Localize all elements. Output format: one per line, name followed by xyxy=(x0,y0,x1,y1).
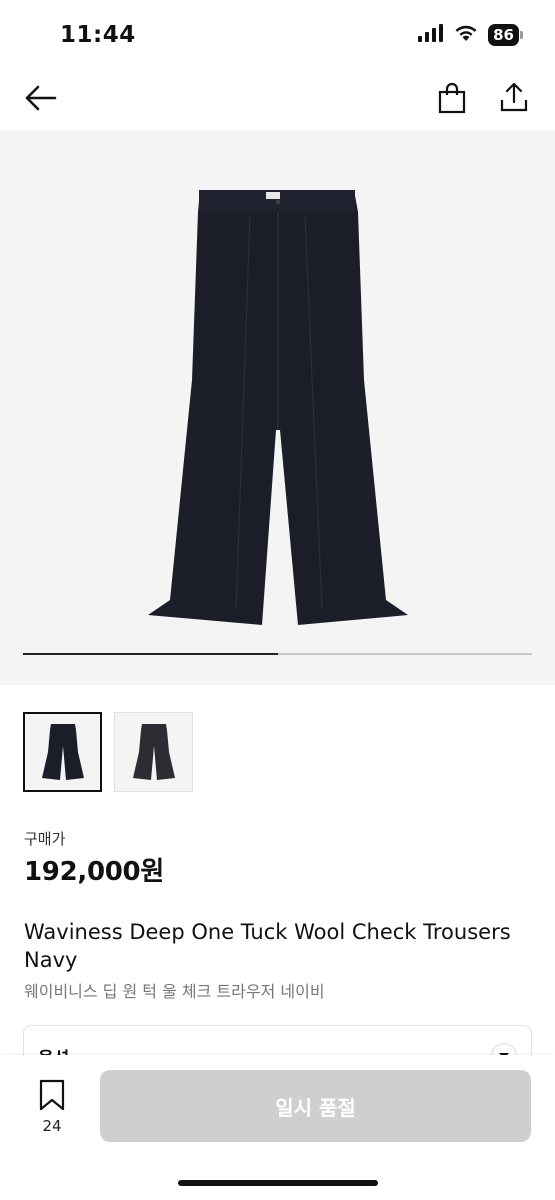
carousel-progress-fill xyxy=(23,653,278,655)
battery-icon: 86 xyxy=(488,24,523,46)
nav-bar xyxy=(0,70,555,128)
share-icon xyxy=(500,82,528,112)
thumbnail-list xyxy=(23,712,193,792)
bottom-action-bar: 24 일시 품절 xyxy=(0,1055,555,1200)
shopping-bag-icon xyxy=(438,82,466,114)
bookmark-icon xyxy=(39,1079,65,1111)
cellular-signal-icon xyxy=(418,24,444,46)
thumbnail-trousers-image xyxy=(41,724,84,780)
share-button[interactable] xyxy=(496,79,532,115)
home-indicator xyxy=(178,1180,378,1186)
price-value: 192,000원 xyxy=(24,857,164,887)
status-time: 11:44 xyxy=(60,22,136,48)
price-label: 구매가 xyxy=(24,830,66,848)
product-image-trousers xyxy=(148,190,408,625)
shopping-bag-button[interactable] xyxy=(434,80,470,116)
bookmark-count: 24 xyxy=(42,1117,62,1135)
product-name-korean: 웨이비니스 딥 원 턱 울 체크 트라우저 네이비 xyxy=(24,982,325,1001)
status-bar: 11:44 86 xyxy=(0,0,555,70)
product-name-english: Waviness Deep One Tuck Wool Check Trouse… xyxy=(24,920,511,972)
thumbnail-1[interactable] xyxy=(23,712,102,792)
back-arrow-icon xyxy=(25,85,57,111)
soldout-button[interactable]: 일시 품절 xyxy=(100,1070,531,1142)
bookmark-button[interactable]: 24 xyxy=(32,1079,72,1139)
product-image-carousel[interactable] xyxy=(0,130,555,685)
status-icons: 86 xyxy=(418,24,523,46)
thumbnail-trousers-image xyxy=(132,724,175,780)
wifi-icon xyxy=(454,24,478,46)
back-button[interactable] xyxy=(22,80,58,116)
thumbnail-2[interactable] xyxy=(114,712,193,792)
carousel-progress xyxy=(23,653,532,655)
